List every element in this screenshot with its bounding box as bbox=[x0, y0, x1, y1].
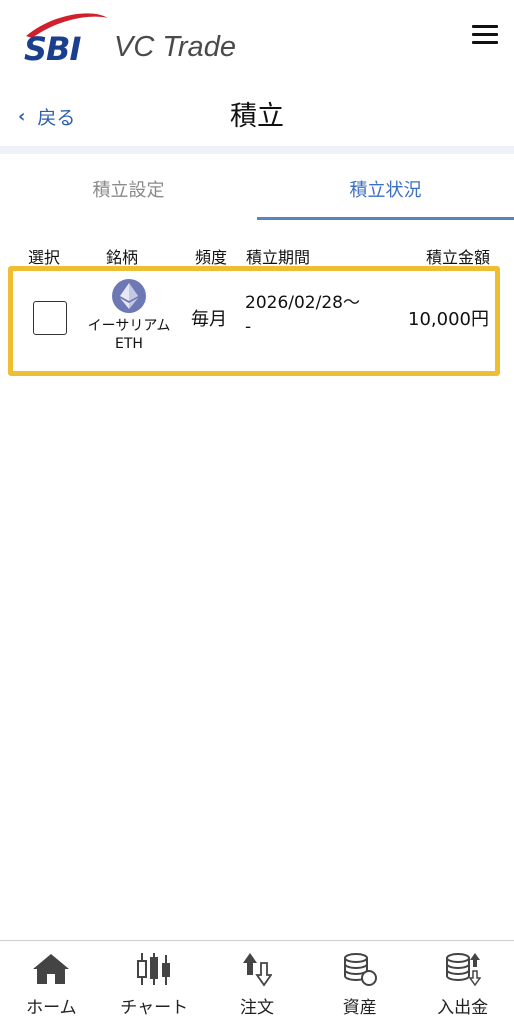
coin-cell: イーサリアム ETH bbox=[77, 279, 181, 353]
column-header-coin: 銘柄 bbox=[106, 248, 139, 267]
period-start: 2026/02/28～ bbox=[245, 293, 360, 313]
column-header-period: 積立期間 bbox=[246, 248, 311, 267]
tab-status[interactable]: 積立状況 bbox=[257, 158, 514, 220]
tab-bar: 積立設定 積立状況 bbox=[0, 158, 514, 220]
select-checkbox[interactable] bbox=[33, 301, 67, 335]
sbi-vc-trade-logo[interactable]: SBI VC Trade bbox=[22, 10, 262, 68]
nav-item-order[interactable]: 注文 bbox=[206, 941, 309, 1024]
deposit-withdraw-icon bbox=[411, 951, 514, 987]
nav-item-chart[interactable]: チャート bbox=[103, 941, 206, 1024]
app-header: SBI VC Trade bbox=[0, 0, 514, 72]
coin-name: イーサリアム bbox=[87, 318, 171, 334]
amount-value: 10,000円 bbox=[408, 309, 489, 330]
order-icon bbox=[206, 951, 309, 987]
period-end: - bbox=[245, 317, 252, 337]
column-header-frequency: 頻度 bbox=[195, 248, 228, 267]
nav-label-deposit: 入出金 bbox=[437, 998, 489, 1018]
table-header: 選択 銘柄 頻度 積立期間 積立金額 bbox=[0, 244, 514, 268]
nav-item-deposit[interactable]: 入出金 bbox=[411, 941, 514, 1024]
coin-symbol: ETH bbox=[115, 336, 143, 352]
period-value: 2026/02/28～ - bbox=[245, 291, 385, 339]
hamburger-menu-icon[interactable] bbox=[472, 25, 498, 45]
nav-item-assets[interactable]: 資産 bbox=[308, 941, 411, 1024]
tab-settings[interactable]: 積立設定 bbox=[0, 158, 257, 220]
chart-icon bbox=[103, 951, 206, 987]
ethereum-icon bbox=[112, 279, 146, 313]
logo-vc-trade-text: VC Trade bbox=[114, 31, 236, 63]
frequency-value: 毎月 bbox=[191, 309, 227, 330]
bottom-navigation: ホーム チャート 注文 資産 入出金 bbox=[0, 940, 514, 1024]
column-header-amount: 積立金額 bbox=[425, 248, 490, 267]
assets-icon bbox=[308, 951, 411, 987]
page-title: 積立 bbox=[230, 101, 284, 132]
nav-label-chart: チャート bbox=[120, 998, 189, 1018]
column-header-select: 選択 bbox=[28, 248, 61, 267]
nav-label-order: 注文 bbox=[239, 998, 274, 1018]
nav-item-home[interactable]: ホーム bbox=[0, 941, 103, 1024]
divider bbox=[0, 146, 514, 154]
table-row[interactable]: イーサリアム ETH 毎月 2026/02/28～ - 10,000円 bbox=[8, 266, 500, 376]
nav-label-home: ホーム bbox=[26, 998, 77, 1018]
nav-label-assets: 資産 bbox=[342, 998, 377, 1018]
home-icon bbox=[0, 951, 103, 987]
nav-bar: ‹ 戻る 積立 bbox=[0, 84, 514, 144]
logo-sbi-text: SBI bbox=[24, 30, 81, 68]
